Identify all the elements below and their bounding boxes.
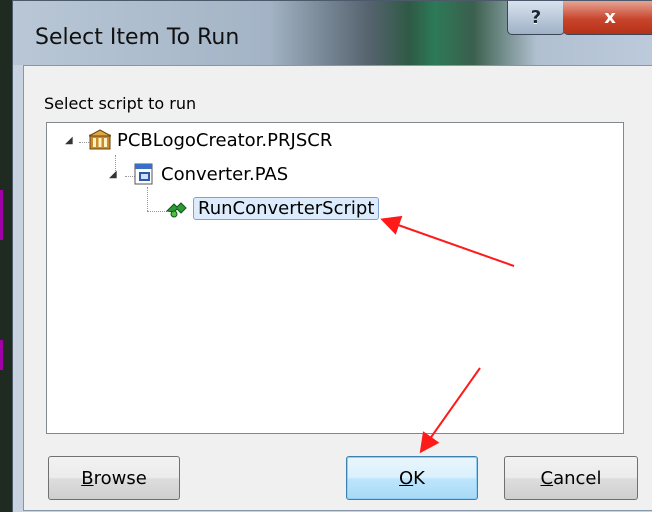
arrow-to-ok — [419, 367, 481, 454]
annotation-arrows — [380, 215, 515, 454]
arrow-to-script — [380, 215, 515, 267]
